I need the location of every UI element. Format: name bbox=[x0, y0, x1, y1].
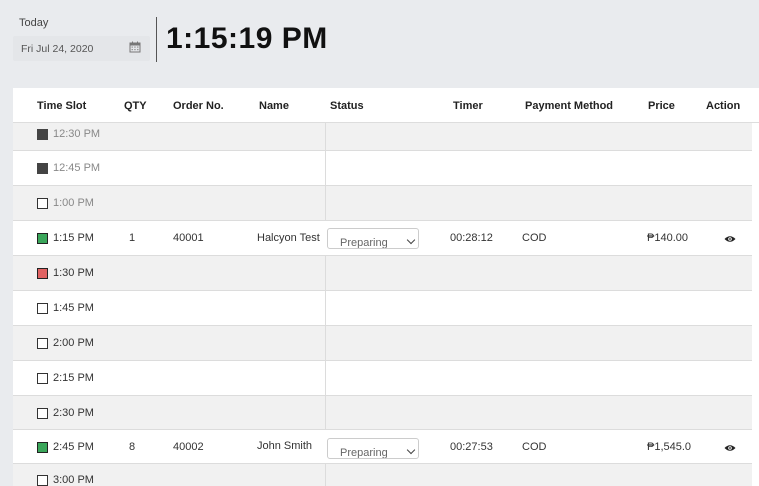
slot-status-marker bbox=[37, 233, 48, 244]
status-select-value: Preparing bbox=[340, 237, 388, 249]
order-number: 40001 bbox=[173, 232, 204, 244]
slot-status-marker bbox=[37, 129, 48, 140]
slot-status-marker bbox=[37, 198, 48, 209]
table-row: 12:30 PM bbox=[13, 123, 752, 151]
col-timer: Timer bbox=[453, 100, 483, 112]
slot-status-marker bbox=[37, 338, 48, 349]
slot-status-marker bbox=[37, 303, 48, 314]
table-row: 12:45 PM bbox=[13, 151, 752, 186]
table-row[interactable]: 1:15 PM 1 40001 Halcyon Test Preparing 0… bbox=[13, 221, 752, 256]
table-row[interactable]: 2:45 PM 8 40002 John Smith Preparing 00:… bbox=[13, 430, 752, 464]
table-row: 2:30 PM bbox=[13, 396, 752, 430]
time-slot: 2:30 PM bbox=[53, 407, 94, 419]
status-select-value: Preparing bbox=[340, 447, 388, 459]
order-price: ₱1,545.0 bbox=[647, 441, 692, 453]
col-qty: QTY bbox=[124, 100, 147, 112]
slot-status-marker bbox=[37, 163, 48, 174]
payment-method: COD bbox=[522, 441, 547, 453]
time-slot: 2:15 PM bbox=[53, 372, 94, 384]
eye-icon[interactable] bbox=[724, 235, 736, 243]
table-row: 1:30 PM bbox=[13, 256, 752, 291]
table-row: 3:00 PM bbox=[13, 464, 752, 486]
header-divider bbox=[156, 17, 157, 62]
date-value: Fri Jul 24, 2020 bbox=[21, 43, 94, 55]
time-slot: 1:15 PM bbox=[53, 232, 94, 244]
time-slot: 12:45 PM bbox=[53, 162, 101, 174]
table-row: 1:00 PM bbox=[13, 186, 752, 221]
eye-icon[interactable] bbox=[724, 444, 736, 452]
col-time-slot: Time Slot bbox=[37, 100, 87, 112]
orders-table-panel: Time Slot QTY Order No. Name Status Time… bbox=[13, 88, 759, 486]
payment-method: COD bbox=[522, 232, 547, 244]
order-qty: 8 bbox=[129, 441, 136, 453]
order-timer: 00:27:53 bbox=[450, 441, 493, 453]
table-row: 2:00 PM bbox=[13, 326, 752, 361]
chevron-down-icon bbox=[406, 235, 416, 245]
slot-status-marker bbox=[37, 475, 48, 486]
time-slot: 1:00 PM bbox=[53, 197, 94, 209]
col-order-no: Order No. bbox=[173, 100, 224, 112]
time-slot: 12:30 PM bbox=[53, 128, 101, 140]
time-slot: 2:00 PM bbox=[53, 337, 94, 349]
col-action: Action bbox=[706, 100, 741, 112]
col-payment-method: Payment Method bbox=[525, 100, 614, 112]
time-slot: 3:00 PM bbox=[53, 474, 94, 486]
table-row: 2:15 PM bbox=[13, 361, 752, 396]
col-price: Price bbox=[648, 100, 675, 112]
slot-status-marker bbox=[37, 408, 48, 419]
slot-status-marker bbox=[37, 373, 48, 384]
order-qty: 1 bbox=[129, 232, 136, 244]
slot-status-marker bbox=[37, 442, 48, 453]
order-number: 40002 bbox=[173, 441, 204, 453]
current-time-clock: 1:15:19 PM bbox=[166, 22, 328, 55]
col-name: Name bbox=[259, 100, 289, 112]
order-timer: 00:28:12 bbox=[450, 232, 493, 244]
customer-name: Halcyon Test bbox=[257, 232, 320, 244]
slot-status-marker bbox=[37, 268, 48, 279]
status-select[interactable]: Preparing bbox=[327, 438, 419, 459]
order-price: ₱140.00 bbox=[647, 232, 688, 244]
table-header: Time Slot QTY Order No. Name Status Time… bbox=[13, 88, 759, 123]
time-slot: 1:45 PM bbox=[53, 302, 94, 314]
today-label: Today bbox=[19, 17, 49, 29]
calendar-icon[interactable] bbox=[129, 41, 141, 53]
customer-name: John Smith bbox=[257, 440, 313, 452]
time-slot: 2:45 PM bbox=[53, 441, 94, 453]
table-row: 1:45 PM bbox=[13, 291, 752, 326]
header-bar: Today Fri Jul 24, 2020 1:15:19 PM bbox=[0, 0, 759, 88]
status-select[interactable]: Preparing bbox=[327, 228, 419, 249]
time-slot: 1:30 PM bbox=[53, 267, 94, 279]
date-picker[interactable]: Fri Jul 24, 2020 bbox=[13, 36, 150, 61]
col-status: Status bbox=[330, 100, 364, 112]
chevron-down-icon bbox=[406, 445, 416, 455]
